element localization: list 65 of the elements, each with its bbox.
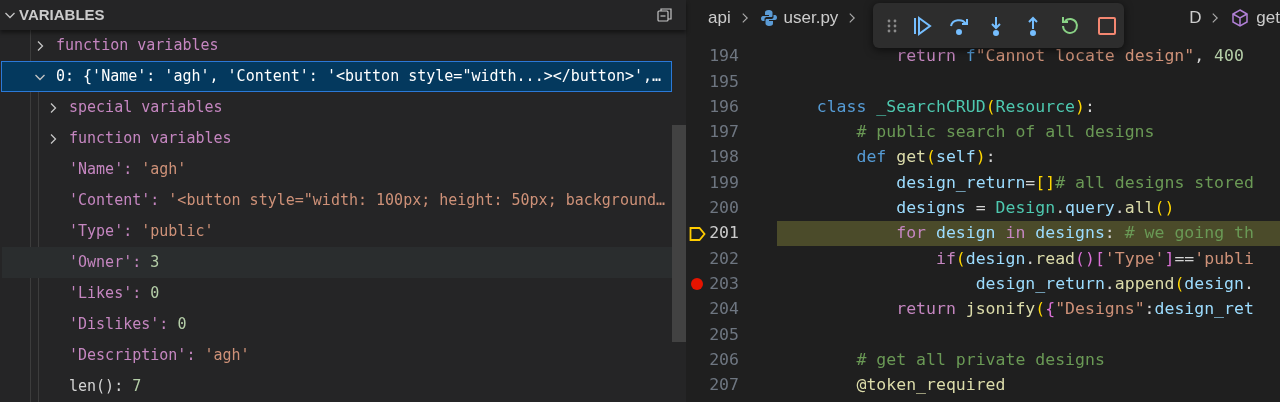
variables-header[interactable]: VARIABLES xyxy=(0,0,686,30)
variable-entry: 'Content': '<button style="width: 100px; height: 50px; background… xyxy=(69,190,666,212)
breadcrumb-item[interactable]: get xyxy=(1256,5,1280,31)
code-line: class _SearchCRUD(Resource): xyxy=(815,95,1096,118)
code-line: def get(self): xyxy=(855,146,997,169)
chevron-right-icon xyxy=(740,11,750,25)
breakpoint-icon[interactable] xyxy=(691,278,703,291)
variable-entry: 'Description': 'agh' xyxy=(69,345,250,367)
chevron-right-icon xyxy=(848,11,858,25)
code-line: # public search of all designs xyxy=(855,121,1156,144)
line-number: 206 xyxy=(708,348,739,371)
python-file-icon xyxy=(759,9,778,27)
breadcrumb-item[interactable]: D xyxy=(1189,5,1202,31)
variable-entry: 'Owner': 3 xyxy=(69,252,160,274)
code-line: design_return=[]# all designs stored xyxy=(895,171,1255,194)
section-title: VARIABLES xyxy=(19,4,105,25)
code-line: return f"Cannot locate design", 400 xyxy=(895,45,1245,68)
line-number: 195 xyxy=(708,70,739,93)
variable-row[interactable]: 'Dislikes': 0 xyxy=(2,309,672,340)
variable-group-label: 0: {'Name': 'agh', 'Content': '<button style="width...></button>',… xyxy=(56,66,662,88)
code-line: return jsonify({"Designs":design_ret xyxy=(895,298,1255,321)
line-number: 201 xyxy=(708,222,739,245)
variable-row[interactable]: 'Likes': 0 xyxy=(2,278,672,309)
variable-row[interactable]: len(): 7 xyxy=(2,371,672,402)
collapse-all-icon[interactable] xyxy=(656,6,674,24)
variable-row[interactable]: special variables xyxy=(2,92,672,123)
variable-entry: 'Type': 'public' xyxy=(69,221,214,243)
variable-row[interactable]: 'Name': 'agh' xyxy=(2,154,672,185)
line-number: 194 xyxy=(708,45,739,68)
line-number: 199 xyxy=(708,171,739,194)
variable-row[interactable]: function variables xyxy=(1,30,672,61)
variable-group-label: special variables xyxy=(69,97,223,119)
variable-row[interactable]: 'Description': 'agh' xyxy=(2,340,672,371)
code-line: # get all private designs xyxy=(855,348,1106,371)
line-number: 197 xyxy=(708,121,739,144)
line-number: 204 xyxy=(708,298,739,321)
variable-group-label: function variables xyxy=(56,35,219,57)
variable-row[interactable]: function variables xyxy=(2,123,672,154)
line-number: 200 xyxy=(708,197,739,220)
code-line: design_return.append(design. xyxy=(974,272,1255,295)
current-line-marker-icon xyxy=(688,225,706,242)
breadcrumb-item[interactable]: api xyxy=(708,5,731,31)
scrollbar-thumb[interactable] xyxy=(672,125,686,342)
drag-handle-icon[interactable] xyxy=(887,17,897,34)
line-number: 207 xyxy=(708,374,739,397)
line-number: 196 xyxy=(708,95,739,118)
variable-entry: len(): 7 xyxy=(69,376,142,398)
variable-entry: 'Likes': 0 xyxy=(69,283,160,305)
variable-entry: 'Name': 'agh' xyxy=(69,159,187,181)
line-number: 203 xyxy=(708,272,739,295)
breadcrumb-item[interactable]: user.py xyxy=(783,5,839,31)
line-number: 202 xyxy=(708,247,739,270)
variable-row[interactable]: 'Type': 'public' xyxy=(2,216,672,247)
variable-row[interactable]: 0: {'Name': 'agh', 'Content': '<button style="width...></button>',… xyxy=(1,61,672,92)
line-number: 205 xyxy=(708,323,739,346)
variable-group-label: function variables xyxy=(69,128,232,150)
variable-row[interactable]: 'Owner': 3 xyxy=(2,247,672,278)
code-line: if(design.read()['Type']=='publi xyxy=(934,247,1255,270)
cube-icon xyxy=(1230,8,1251,28)
code-line: @token_required xyxy=(855,374,1007,397)
variable-entry: 'Dislikes': 0 xyxy=(69,314,187,336)
line-number: 198 xyxy=(708,146,739,169)
chevron-right-icon xyxy=(1211,11,1221,25)
variable-row[interactable]: 'Content': '<button style="width: 100px; height: 50px; background… xyxy=(2,185,672,216)
code-line: designs = Design.query.all() xyxy=(895,197,1176,220)
